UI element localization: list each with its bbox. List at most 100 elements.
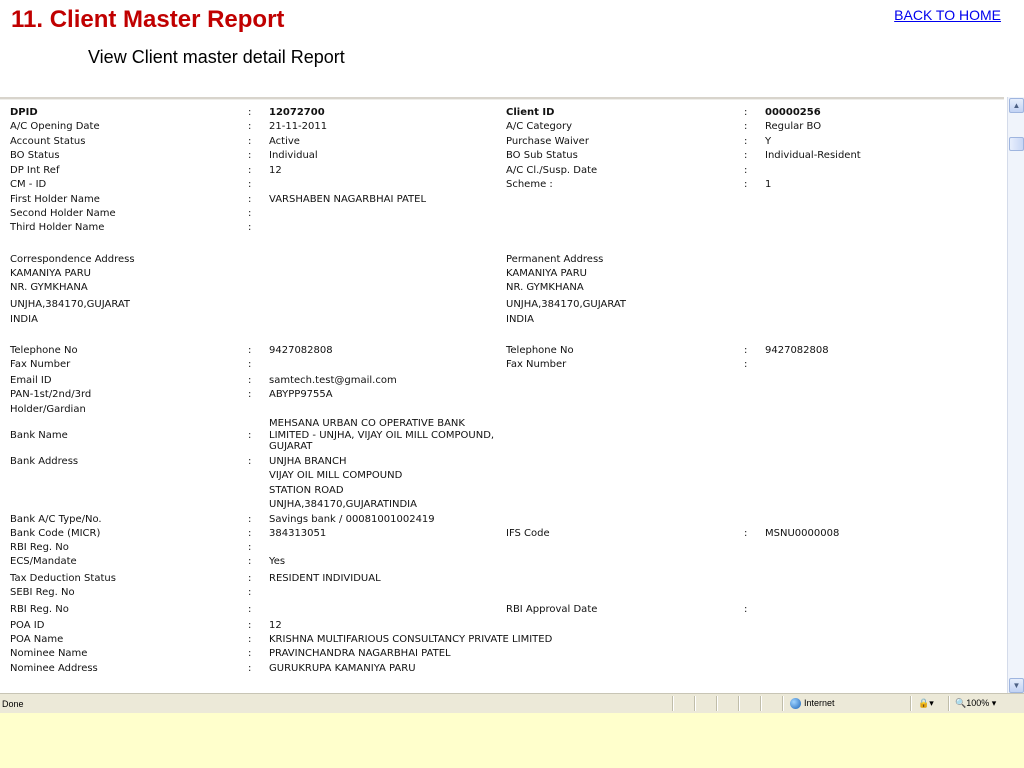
field-label: CM - ID xyxy=(10,179,47,190)
field-label: ECS/Mandate xyxy=(10,556,77,567)
field-value: 1 xyxy=(765,179,772,190)
security-zone[interactable]: Internet xyxy=(790,698,835,710)
address-line: KAMANIYA PARU xyxy=(506,268,587,279)
field-separator: : xyxy=(248,194,252,205)
globe-icon xyxy=(790,698,801,710)
field-separator: : xyxy=(248,107,252,118)
field-value: Savings bank / 00081001002419 xyxy=(269,514,435,525)
field-value: STATION ROAD xyxy=(269,485,344,496)
field-label: PAN-1st/2nd/3rd xyxy=(10,389,92,400)
status-bar: Done Internet 🔒▾ 🔍100% ▾ xyxy=(0,693,1024,714)
address-line: INDIA xyxy=(506,314,534,325)
field-label: IFS Code xyxy=(506,528,550,539)
zoom-level: 100% xyxy=(966,698,990,708)
field-separator: : xyxy=(744,107,748,118)
address-line: INDIA xyxy=(10,314,38,325)
field-value: ABYPP9755A xyxy=(269,389,333,400)
field-label: Telephone No xyxy=(10,345,78,356)
field-label: Telephone No xyxy=(506,345,574,356)
divider xyxy=(716,696,718,711)
field-value: 12 xyxy=(269,620,282,631)
address-line: UNJHA,384170,GUJARAT xyxy=(10,299,131,310)
field-separator: : xyxy=(248,528,252,539)
zone-label: Internet xyxy=(804,698,835,708)
field-separator: : xyxy=(248,165,252,176)
field-label: Account Status xyxy=(10,136,86,147)
divider xyxy=(910,696,912,711)
field-value: UNJHA BRANCH xyxy=(269,456,347,467)
field-separator: : xyxy=(248,359,252,370)
field-value: KRISHNA MULTIFARIOUS CONSULTANCY PRIVATE… xyxy=(269,634,553,645)
slide-footer-area xyxy=(0,713,1024,768)
divider xyxy=(694,696,696,711)
field-value: 12 xyxy=(269,165,282,176)
divider xyxy=(672,696,674,711)
field-label: Bank A/C Type/No. xyxy=(10,514,102,525)
field-label: POA Name xyxy=(10,634,64,645)
field-label: Bank Name xyxy=(10,430,68,441)
field-separator: : xyxy=(248,375,252,386)
field-label: Fax Number xyxy=(506,359,567,370)
protected-mode-icon[interactable]: 🔒▾ xyxy=(918,698,934,709)
field-separator: : xyxy=(248,430,252,441)
field-label: Fax Number xyxy=(10,359,71,370)
field-separator: : xyxy=(248,663,252,674)
divider xyxy=(782,696,784,711)
field-separator: : xyxy=(248,542,252,553)
field-label: Bank Address xyxy=(10,456,79,467)
field-value: 9427082808 xyxy=(269,345,333,356)
field-label: RBI Approval Date xyxy=(506,604,598,615)
field-value: MSNU0000008 xyxy=(765,528,840,539)
field-separator: : xyxy=(744,345,748,356)
field-value: Yes xyxy=(269,556,286,567)
field-value: 00000256 xyxy=(765,107,821,118)
field-separator: : xyxy=(744,179,748,190)
field-label: Third Holder Name xyxy=(10,222,105,233)
field-label: Tax Deduction Status xyxy=(10,573,116,584)
field-label: A/C Cl./Susp. Date xyxy=(506,165,598,176)
field-separator: : xyxy=(248,573,252,584)
field-value: Y xyxy=(765,136,772,147)
field-separator: : xyxy=(248,136,252,147)
zoom-control[interactable]: 🔍100% ▾ xyxy=(955,698,996,709)
field-separator: : xyxy=(248,222,252,233)
vertical-scrollbar[interactable]: ▲ ▼ xyxy=(1007,97,1024,693)
field-value: VIJAY OIL MILL COMPOUND xyxy=(269,470,403,481)
slide-title: 11. Client Master Report xyxy=(11,6,285,33)
scroll-down-icon[interactable]: ▼ xyxy=(1009,678,1024,693)
field-separator: : xyxy=(248,121,252,132)
field-separator: : xyxy=(248,150,252,161)
address-line: NR. GYMKHANA xyxy=(506,282,584,293)
field-separator: : xyxy=(248,208,252,219)
field-value: Individual-Resident xyxy=(765,150,861,161)
field-separator: : xyxy=(744,359,748,370)
chevron-down-icon: ▾ xyxy=(991,698,997,708)
field-label: DP Int Ref xyxy=(10,165,60,176)
section-heading: Correspondence Address xyxy=(10,254,135,265)
field-label: Bank Code (MICR) xyxy=(10,528,101,539)
field-value: GUJARAT xyxy=(269,441,313,452)
field-value: 384313051 xyxy=(269,528,327,539)
field-separator: : xyxy=(248,179,252,190)
back-to-home-link[interactable]: BACK TO HOME xyxy=(894,7,1001,23)
field-value: PRAVINCHANDRA NAGARBHAI PATEL xyxy=(269,648,451,659)
field-value: 9427082808 xyxy=(765,345,829,356)
field-value: samtech.test@gmail.com xyxy=(269,375,397,386)
client-master-report: DPID : 12072700 Client ID : 00000256 A/C… xyxy=(0,100,1010,690)
field-label: Nominee Address xyxy=(10,663,98,674)
field-label: RBI Reg. No xyxy=(10,542,69,553)
field-separator: : xyxy=(248,587,252,598)
address-line: NR. GYMKHANA xyxy=(10,282,88,293)
field-value: Regular BO xyxy=(765,121,822,132)
address-line: UNJHA,384170,GUJARAT xyxy=(506,299,627,310)
field-separator: : xyxy=(744,136,748,147)
scroll-thumb[interactable] xyxy=(1009,137,1024,151)
scroll-up-icon[interactable]: ▲ xyxy=(1009,98,1024,113)
field-label: Purchase Waiver xyxy=(506,136,589,147)
field-label: Email ID xyxy=(10,375,52,386)
field-label: First Holder Name xyxy=(10,194,100,205)
slide-subtitle: View Client master detail Report xyxy=(88,47,345,67)
field-label: BO Sub Status xyxy=(506,150,578,161)
field-value: GURUKRUPA KAMANIYA PARU xyxy=(269,663,416,674)
field-separator: : xyxy=(744,528,748,539)
